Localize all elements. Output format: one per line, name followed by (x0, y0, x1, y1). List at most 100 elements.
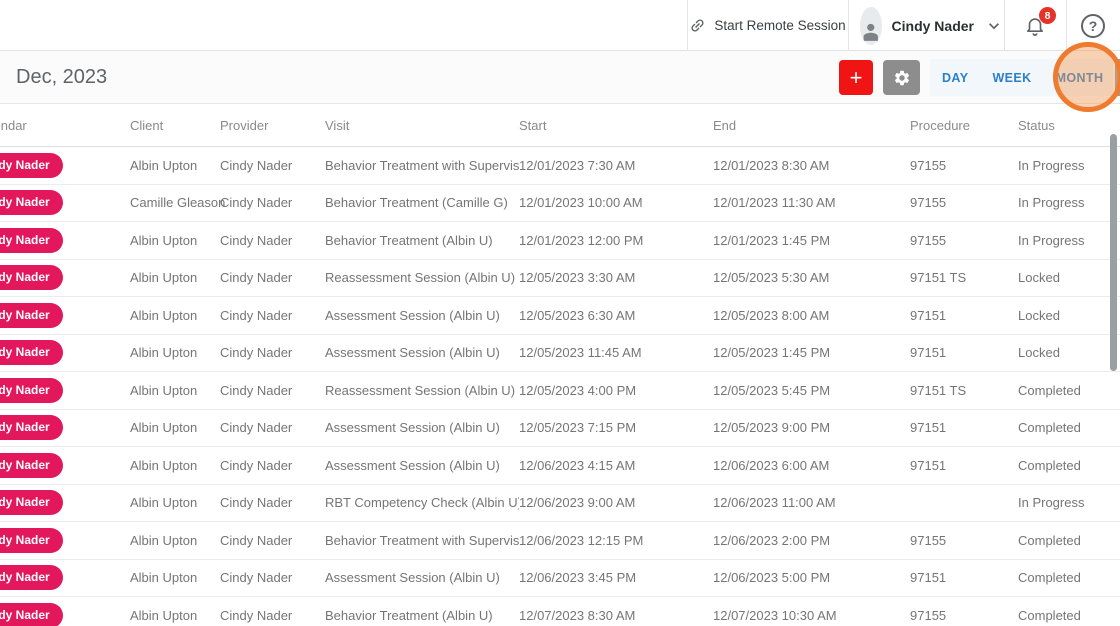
notifications-button[interactable]: 8 (1004, 0, 1066, 51)
table-row[interactable]: Cindy Nader Albin Upton Cindy Nader Asse… (0, 447, 1120, 485)
view-switcher: DAYWEEKMONTHLIST (930, 59, 1120, 96)
status-cell: In Progress (1018, 232, 1085, 248)
table-row[interactable]: Cindy Nader Camille Gleason Cindy Nader … (0, 184, 1120, 222)
provider-cell: Cindy Nader (220, 607, 293, 623)
client-cell: Albin Upton (130, 157, 198, 173)
end-cell: 12/01/2023 11:30 AM (713, 195, 836, 211)
start-cell: 12/05/2023 3:30 AM (519, 270, 636, 286)
client-cell: Albin Upton (130, 382, 198, 398)
procedure-cell: 97155 (910, 532, 947, 548)
table-row[interactable]: Cindy Nader Albin Upton Cindy Nader Beha… (0, 147, 1120, 185)
provider-cell: Cindy Nader (220, 495, 293, 511)
calendar-badge: Cindy Nader (0, 340, 63, 366)
start-cell: 12/05/2023 11:45 AM (519, 345, 642, 361)
chevron-down-icon (984, 16, 1004, 36)
start-cell: 12/06/2023 3:45 PM (519, 570, 637, 586)
status-cell: Completed (1018, 382, 1081, 398)
status-cell: In Progress (1018, 195, 1085, 211)
column-header-procedure: Procedure (910, 117, 970, 133)
calendar-badge: Cindy Nader (0, 227, 63, 253)
notification-badge: 8 (1039, 7, 1056, 24)
procedure-cell: 97151 (910, 457, 947, 473)
table-row[interactable]: Cindy Nader Albin Upton Cindy Nader Beha… (0, 522, 1120, 560)
start-cell: 12/06/2023 9:00 AM (519, 495, 636, 511)
calendar-badge: Cindy Nader (0, 265, 63, 291)
calendar-badge: Cindy Nader (0, 527, 63, 553)
table-row[interactable]: Cindy Nader Albin Upton Cindy Nader RBT … (0, 484, 1120, 522)
table-row[interactable]: Cindy Nader Albin Upton Cindy Nader Beha… (0, 597, 1120, 626)
visit-cell: Assessment Session (Albin U) (325, 457, 500, 473)
provider-cell: Cindy Nader (220, 345, 293, 361)
client-cell: Albin Upton (130, 607, 198, 623)
client-cell: Albin Upton (130, 232, 198, 248)
table-row[interactable]: Cindy Nader Albin Upton Cindy Nader Reas… (0, 372, 1120, 410)
end-cell: 12/06/2023 2:00 PM (713, 532, 831, 548)
view-day[interactable]: DAY (930, 59, 980, 96)
settings-button[interactable] (883, 60, 920, 95)
table-row[interactable]: Cindy Nader Albin Upton Cindy Nader Beha… (0, 222, 1120, 260)
calendar-badge: Cindy Nader (0, 602, 63, 626)
end-cell: 12/05/2023 9:00 PM (713, 420, 831, 436)
end-cell: 12/06/2023 11:00 AM (713, 495, 836, 511)
column-header-client: Client (130, 117, 164, 133)
provider-cell: Cindy Nader (220, 270, 293, 286)
link-icon (686, 13, 710, 37)
status-cell: Completed (1018, 607, 1081, 623)
provider-cell: Cindy Nader (220, 382, 293, 398)
avatar (860, 6, 882, 45)
calendar-badge: Cindy Nader (0, 415, 63, 441)
table-row[interactable]: Cindy Nader Albin Upton Cindy Nader Reas… (0, 259, 1120, 297)
calendar-badge: Cindy Nader (0, 302, 63, 328)
help-button[interactable]: ? (1066, 0, 1120, 51)
client-cell: Albin Upton (130, 495, 198, 511)
visit-cell: Behavior Treatment with Supervision (Alb… (325, 532, 519, 548)
provider-cell: Cindy Nader (220, 457, 293, 473)
table-header: Calendar Client Provider Visit Start End… (0, 104, 1120, 147)
procedure-cell: 97151 (910, 307, 947, 323)
provider-cell: Cindy Nader (220, 232, 293, 248)
end-cell: 12/06/2023 5:00 PM (713, 570, 831, 586)
table-row[interactable]: Cindy Nader Albin Upton Cindy Nader Asse… (0, 297, 1120, 335)
status-cell: In Progress (1018, 495, 1085, 511)
table-row[interactable]: Cindy Nader Albin Upton Cindy Nader Asse… (0, 559, 1120, 597)
procedure-cell: 97155 (910, 157, 947, 173)
start-cell: 12/01/2023 12:00 PM (519, 232, 644, 248)
start-remote-session-button[interactable]: Start Remote Session (687, 0, 848, 51)
procedure-cell: 97155 (910, 232, 947, 248)
calendar-badge: Cindy Nader (0, 377, 63, 403)
status-cell: Locked (1018, 270, 1060, 286)
start-cell: 12/06/2023 12:15 PM (519, 532, 644, 548)
client-cell: Albin Upton (130, 457, 198, 473)
client-cell: Albin Upton (130, 270, 198, 286)
user-menu[interactable]: Cindy Nader (848, 0, 1004, 51)
start-cell: 12/01/2023 10:00 AM (519, 195, 643, 211)
table-row[interactable]: Cindy Nader Albin Upton Cindy Nader Asse… (0, 409, 1120, 447)
status-cell: Completed (1018, 457, 1081, 473)
column-header-end: End (713, 117, 737, 133)
table-scrollbar[interactable] (1110, 134, 1117, 371)
visit-cell: Assessment Session (Albin U) (325, 420, 500, 436)
end-cell: 12/05/2023 5:30 AM (713, 270, 830, 286)
status-cell: Locked (1018, 307, 1060, 323)
calendar-month-title: Dec, 2023 (16, 66, 108, 88)
client-cell: Albin Upton (130, 532, 198, 548)
view-list[interactable]: LIST (1115, 59, 1120, 96)
view-week[interactable]: WEEK (980, 59, 1043, 96)
table-body: Cindy Nader Albin Upton Cindy Nader Beha… (0, 147, 1120, 626)
start-cell: 12/05/2023 7:15 PM (519, 420, 637, 436)
add-visit-button[interactable]: + (839, 60, 873, 95)
provider-cell: Cindy Nader (220, 532, 293, 548)
view-month[interactable]: MONTH (1044, 59, 1116, 96)
end-cell: 12/05/2023 1:45 PM (713, 345, 831, 361)
help-icon: ? (1081, 13, 1105, 38)
visit-cell: Behavior Treatment (Albin U) (325, 232, 493, 248)
column-header-status: Status (1018, 117, 1055, 133)
provider-cell: Cindy Nader (220, 195, 293, 211)
status-cell: Completed (1018, 570, 1081, 586)
gear-icon (893, 69, 911, 87)
start-cell: 12/01/2023 7:30 AM (519, 157, 636, 173)
table-row[interactable]: Cindy Nader Albin Upton Cindy Nader Asse… (0, 334, 1120, 372)
visit-cell: Reassessment Session (Albin U) (325, 382, 516, 398)
end-cell: 12/01/2023 1:45 PM (713, 232, 831, 248)
client-cell: Albin Upton (130, 420, 198, 436)
